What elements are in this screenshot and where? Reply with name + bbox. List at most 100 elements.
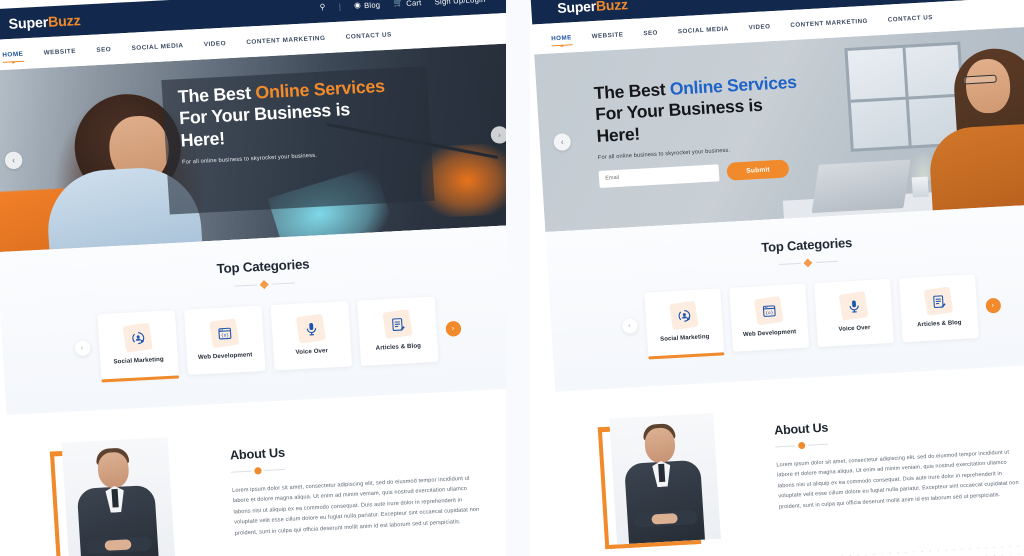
hero-banner-left: The Best Online Services For Your Busine…: [0, 43, 506, 253]
hero-text-block-left: The Best Online Services For Your Busine…: [177, 73, 431, 165]
hero-text-block-right: The Best Online Services For Your Busine…: [593, 66, 901, 188]
utility-separator-left: |: [338, 1, 342, 12]
about-portrait-right: [609, 412, 721, 545]
search-button-left[interactable]: ⚲: [319, 2, 326, 12]
hero-title-plain-left: The Best: [177, 82, 257, 107]
nav-item-content-marketing-right[interactable]: CONTENT MARKETING: [790, 17, 868, 28]
cart-link-left[interactable]: 🛒 Cart: [393, 0, 422, 8]
category-card-voice-over-right[interactable]: Voice Over: [813, 278, 894, 348]
category-label-web-development-left: Web Development: [197, 352, 253, 362]
brand-first-left: Super: [8, 13, 49, 32]
about-divider-ornament-right: [798, 441, 806, 450]
categories-next-button-left[interactable]: ›: [444, 320, 462, 337]
about-body-right: About Us Lorem ipsum dolor sit amet, con…: [773, 395, 1024, 513]
category-card-articles-blog-right[interactable]: Articles & Blog: [898, 274, 979, 343]
cart-label-left: Cart: [405, 0, 422, 8]
divider-line-right-1: [778, 262, 801, 266]
category-card-voice-over-left[interactable]: Voice Over: [270, 301, 352, 371]
hero-plant-pot-right: [911, 176, 929, 198]
divider-ornament-left: [259, 280, 269, 290]
nav-active-dot-right: [560, 44, 564, 47]
categories-carousel-right: ‹ Social Marketing {o} Web Development V…: [549, 269, 1024, 362]
nav-item-seo-left[interactable]: SEO: [96, 45, 111, 53]
articles-blog-icon: [381, 309, 413, 340]
category-label-social-marketing-right: Social Marketing: [660, 334, 710, 343]
about-text-right: Lorem ipsum dolor sit amet, consectetur …: [776, 449, 1019, 511]
nav-label-home-right: HOME: [550, 33, 572, 42]
top-categories-section-left: Top Categories ‹ Social Marketing {o} We…: [0, 224, 506, 416]
social-marketing-icon: [668, 300, 699, 331]
about-divider-line-right-2: [808, 443, 829, 446]
divider-line-left-1: [234, 284, 257, 287]
category-label-articles-blog-left: Articles & Blog: [375, 343, 422, 352]
articles-blog-icon: [923, 286, 953, 317]
about-divider-line-left-1: [230, 470, 252, 473]
blog-icon: ◉: [353, 0, 362, 10]
nav-item-content-marketing-left[interactable]: CONTENT MARKETING: [246, 34, 325, 45]
categories-next-button-right[interactable]: ›: [984, 297, 1001, 314]
brand-first-right: Super: [556, 0, 597, 17]
category-card-social-marketing-left[interactable]: Social Marketing: [96, 310, 179, 380]
about-divider-line-left-2: [264, 468, 286, 471]
svg-text:{o}: {o}: [220, 332, 229, 338]
nav-item-home-right[interactable]: HOME: [550, 33, 572, 47]
mockup-stage: SuperBuzz ⚲ | ◉ Blog 🛒 Cart Sign Up/Logi…: [0, 0, 1024, 556]
portrait-tie-left: [111, 488, 119, 508]
category-card-web-development-left[interactable]: {o} Web Development: [183, 305, 265, 375]
blog-link-left[interactable]: ◉ Blog: [354, 0, 381, 10]
category-label-voice-over-left: Voice Over: [295, 348, 329, 357]
brand-second-right: Buzz: [595, 0, 629, 14]
svg-text:{o}: {o}: [764, 310, 773, 315]
category-card-social-marketing-right[interactable]: Social Marketing: [643, 288, 724, 357]
account-link-left[interactable]: Sign Up/Login: [434, 0, 485, 6]
top-categories-section-right: Top Categories ‹ Social Marketing {o} We…: [545, 203, 1024, 392]
nav-item-website-left[interactable]: WEBSITE: [43, 47, 76, 56]
categories-carousel-left: ‹ Social Marketing {o} Web Development V…: [1, 292, 506, 385]
category-label-social-marketing-left: Social Marketing: [113, 356, 164, 366]
about-figure-right: [597, 411, 755, 551]
category-label-voice-over-right: Voice Over: [838, 325, 871, 334]
categories-prev-button-left[interactable]: ‹: [74, 339, 91, 356]
cart-icon: 🛒: [393, 0, 404, 8]
hero-banner-right: The Best Online Services For Your Busine…: [534, 25, 1024, 233]
nav-item-website-right[interactable]: WEBSITE: [591, 31, 623, 40]
category-card-articles-blog-left[interactable]: Articles & Blog: [356, 296, 439, 366]
about-divider-ornament-left: [254, 467, 262, 475]
nav-item-social-media-left[interactable]: SOCIAL MEDIA: [131, 42, 183, 52]
nav-item-contact-us-right[interactable]: CONTACT US: [888, 14, 933, 24]
nav-item-home-left[interactable]: HOME: [2, 50, 24, 64]
portrait-head-left: [96, 451, 130, 489]
nav-label-home-left: HOME: [2, 50, 24, 59]
web-development-icon: {o}: [208, 318, 239, 349]
nav-item-social-media-right[interactable]: SOCIAL MEDIA: [678, 25, 729, 35]
divider-line-right-2: [815, 260, 838, 264]
category-card-web-development-right[interactable]: {o} Web Development: [728, 283, 809, 352]
blog-label-left: Blog: [363, 0, 381, 10]
about-figure-left: [49, 435, 210, 556]
about-section-right: About Us Lorem ipsum dolor sit amet, con…: [555, 362, 1024, 556]
hero-next-button-left[interactable]: ›: [490, 125, 506, 145]
website-mockup-right: SuperBuzz ⚲ | ◉ Blog 🛒 Cart Sign Up/Logi…: [530, 0, 1024, 556]
nav-item-seo-right[interactable]: SEO: [643, 29, 658, 37]
hero-title-line3-right: Here!: [595, 123, 641, 146]
portrait-hands-left: [104, 539, 132, 551]
hero-title-plain-right: The Best: [593, 78, 671, 104]
about-text-left: Lorem ipsum dolor sit amet, consectetur …: [231, 475, 480, 537]
nav-item-video-left[interactable]: VIDEO: [204, 39, 227, 47]
nav-item-contact-us-left[interactable]: CONTACT US: [346, 31, 392, 41]
about-body-left: About Us Lorem ipsum dolor sit amet, con…: [229, 420, 505, 539]
website-mockup-left: SuperBuzz ⚲ | ◉ Blog 🛒 Cart Sign Up/Logi…: [0, 0, 506, 556]
web-development-icon: {o}: [753, 296, 784, 326]
search-icon: ⚲: [319, 2, 326, 12]
divider-line-left-2: [271, 282, 295, 285]
voice-over-icon: [838, 291, 868, 321]
submit-button-right[interactable]: Submit: [726, 159, 790, 181]
about-portrait-left: [61, 437, 176, 556]
nav-item-video-right[interactable]: VIDEO: [748, 23, 770, 31]
category-label-web-development-right: Web Development: [742, 329, 797, 339]
voice-over-icon: [295, 313, 326, 344]
hero-title-left: The Best Online Services For Your Busine…: [177, 73, 430, 151]
categories-prev-button-right[interactable]: ‹: [621, 317, 638, 334]
portrait-tie-right: [658, 463, 666, 483]
about-section-left: About Us Lorem ipsum dolor sit amet, con…: [6, 387, 506, 556]
